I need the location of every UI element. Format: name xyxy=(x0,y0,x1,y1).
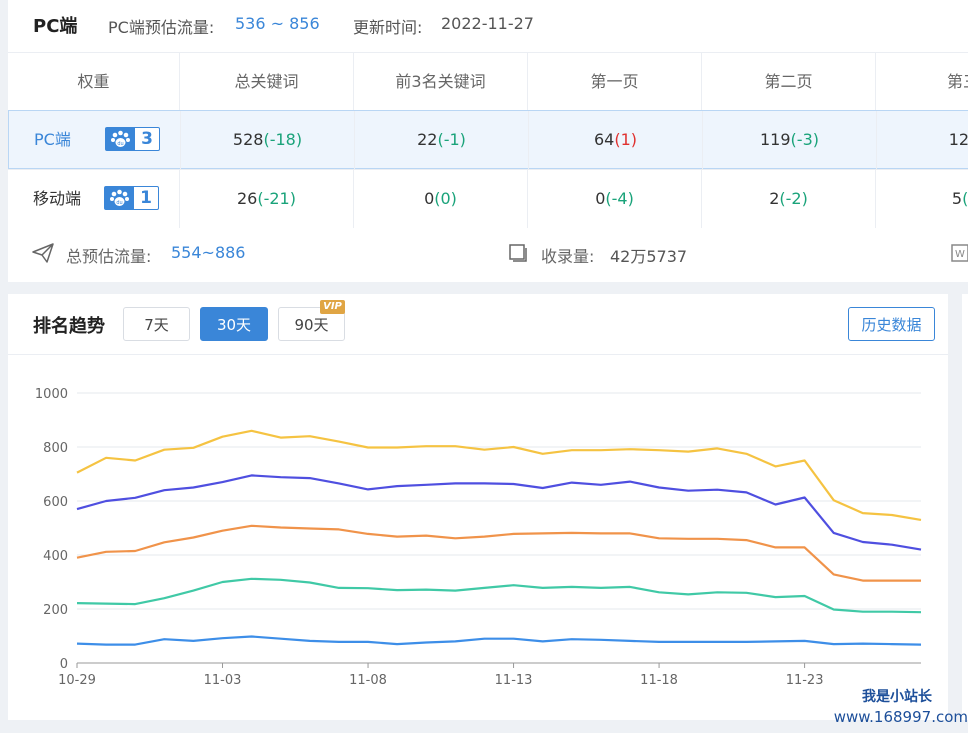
x-tick-label: 11-13 xyxy=(495,673,533,688)
y-tick-label: 400 xyxy=(43,549,68,564)
x-tick-label: 11-23 xyxy=(786,673,824,688)
series-line-1 xyxy=(76,429,922,521)
x-tick-label: 10-29 xyxy=(58,673,96,688)
x-tick-label: 11-08 xyxy=(349,673,387,688)
y-tick-label: 600 xyxy=(43,495,68,510)
watermark-line1: 我是小站长 xyxy=(862,689,932,705)
y-tick-label: 0 xyxy=(60,657,68,672)
y-tick-label: 200 xyxy=(43,603,68,618)
x-tick-label: 11-18 xyxy=(640,673,678,688)
series-line-5 xyxy=(76,635,922,646)
series-line-2 xyxy=(76,474,922,551)
series-line-3 xyxy=(76,524,921,582)
x-tick-label: 11-03 xyxy=(204,673,242,688)
ranking-trend-chart: 0 200 400 600 800 1000 10-29 11-03 11-08 11-13 11-… xyxy=(35,387,922,688)
watermark: 我是小站长 www.168997.com xyxy=(824,686,968,726)
watermark-line2: www.168997.com xyxy=(833,708,968,726)
series-line-4 xyxy=(76,577,922,614)
y-tick-label: 1000 xyxy=(35,387,68,402)
y-tick-label: 800 xyxy=(43,441,68,456)
